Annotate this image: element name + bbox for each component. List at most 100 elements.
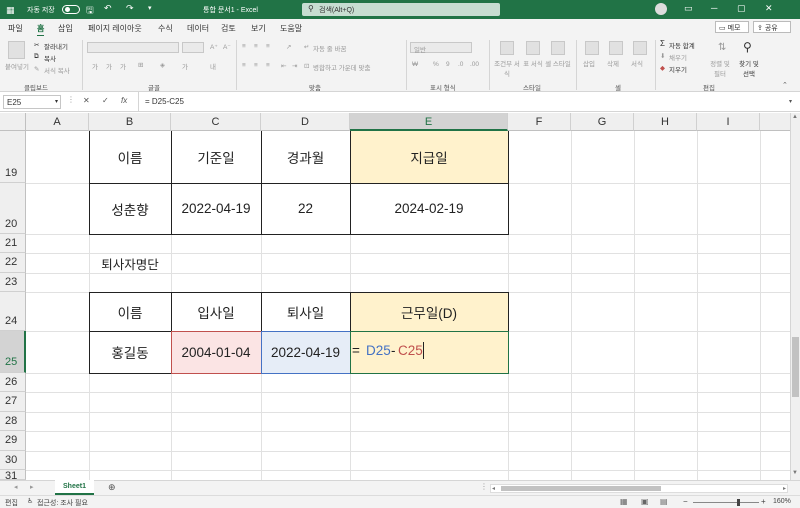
cell-c24[interactable]: 입사일 bbox=[171, 292, 261, 331]
prev-sheet-icon[interactable]: ◂ bbox=[14, 483, 18, 491]
tab-view[interactable]: 보기 bbox=[251, 23, 266, 34]
cell-styles-button[interactable]: 셀 스타일 bbox=[545, 58, 571, 68]
delete-cells-icon[interactable] bbox=[609, 41, 623, 55]
column-header-g[interactable]: G bbox=[571, 113, 634, 131]
copy-icon[interactable]: ⧉ bbox=[34, 53, 39, 61]
redo-icon[interactable]: ↷ bbox=[126, 3, 134, 14]
clear-button[interactable]: 지우기 bbox=[669, 64, 687, 74]
align-right-icon[interactable]: ≡ bbox=[266, 62, 270, 69]
search-box[interactable]: ⚲ 검색(Alt+Q) bbox=[302, 3, 500, 16]
formula-options-icon[interactable]: ⋮ bbox=[67, 95, 75, 104]
autosum-button[interactable]: 자동 합계 bbox=[669, 40, 695, 50]
normal-view-icon[interactable]: ▦ bbox=[620, 497, 628, 506]
align-center-icon[interactable]: ≡ bbox=[254, 62, 258, 69]
account-avatar[interactable] bbox=[655, 3, 667, 15]
merge-icon[interactable]: ⊡ bbox=[304, 62, 309, 70]
collapse-ribbon-icon[interactable]: ⌃ bbox=[782, 81, 788, 89]
conditional-format-icon[interactable] bbox=[500, 41, 514, 55]
insert-cells-icon[interactable] bbox=[585, 41, 599, 55]
row-header-23[interactable]: 23 bbox=[0, 273, 26, 292]
worksheet-grid[interactable]: A B C D E F G H I 19 20 21 22 23 24 25 2… bbox=[0, 113, 790, 480]
close-icon[interactable]: ✕ bbox=[765, 3, 773, 14]
fill-color-icon[interactable]: ◈ bbox=[160, 61, 165, 69]
row-header-22[interactable]: 22 bbox=[0, 253, 26, 273]
indent-increase-icon[interactable]: ⇥ bbox=[292, 62, 297, 70]
formula-input[interactable]: = D25-C25 bbox=[138, 92, 790, 112]
zoom-slider[interactable] bbox=[693, 502, 759, 503]
cut-button[interactable]: 잘라내기 bbox=[44, 41, 68, 51]
row-header-26[interactable]: 26 bbox=[0, 373, 26, 392]
column-header-e[interactable]: E bbox=[350, 113, 508, 131]
cancel-icon[interactable]: ✕ bbox=[83, 96, 90, 105]
select-all-button[interactable] bbox=[0, 113, 26, 131]
expand-formula-icon[interactable]: ▾ bbox=[789, 98, 792, 105]
paste-icon[interactable] bbox=[8, 41, 25, 59]
column-header-d[interactable]: D bbox=[261, 113, 350, 131]
align-left-icon[interactable]: ≡ bbox=[242, 62, 246, 69]
column-header-f[interactable]: F bbox=[508, 113, 571, 131]
column-header-h[interactable]: H bbox=[634, 113, 697, 131]
insert-function-icon[interactable]: fx bbox=[121, 96, 127, 105]
minimize-icon[interactable]: ─ bbox=[711, 3, 717, 13]
cell-e24[interactable]: 근무일(D) bbox=[350, 292, 508, 331]
maximize-icon[interactable]: ▢ bbox=[737, 3, 746, 14]
italic-icon[interactable]: 가 bbox=[106, 61, 112, 71]
number-format-select[interactable]: 일반 bbox=[410, 42, 472, 54]
save-icon[interactable]: 🖫 bbox=[86, 3, 94, 19]
borders-icon[interactable]: ⊞ bbox=[138, 61, 143, 69]
wrap-text-button[interactable]: 자동 줄 바꿈 bbox=[313, 43, 347, 53]
insert-cells-button[interactable]: 삽입 bbox=[583, 58, 595, 68]
row-header-28[interactable]: 28 bbox=[0, 412, 26, 431]
active-cell-e25[interactable]: = D25 - C25 bbox=[350, 331, 509, 374]
name-box[interactable]: E25 ▾ bbox=[3, 95, 61, 109]
zoom-in-icon[interactable]: + bbox=[761, 497, 766, 506]
column-header-i[interactable]: I bbox=[697, 113, 760, 131]
next-sheet-icon[interactable]: ▸ bbox=[30, 483, 34, 491]
fill-button[interactable]: 채우기 bbox=[669, 52, 687, 62]
find-select-icon[interactable]: ⚲ bbox=[743, 40, 752, 54]
vertical-scrollbar[interactable]: ▲ ▼ bbox=[790, 113, 800, 480]
horizontal-scroll-thumb[interactable] bbox=[501, 486, 661, 491]
increase-decimal-icon[interactable]: .0 bbox=[458, 61, 463, 68]
zoom-out-icon[interactable]: − bbox=[683, 497, 688, 506]
tab-insert[interactable]: 삽입 bbox=[58, 23, 73, 34]
row-header-20[interactable]: 20 bbox=[0, 183, 26, 234]
cell-b19[interactable]: 이름 bbox=[89, 131, 171, 183]
tab-home[interactable]: 홈 bbox=[37, 23, 45, 37]
row-header-30[interactable]: 30 bbox=[0, 451, 26, 470]
memo-button[interactable]: ▭ 메모 bbox=[715, 21, 749, 33]
orientation-icon[interactable]: ↗ bbox=[286, 43, 291, 51]
delete-cells-button[interactable]: 삭제 bbox=[607, 58, 619, 68]
font-size-select[interactable] bbox=[182, 42, 204, 53]
row-header-24[interactable]: 24 bbox=[0, 292, 26, 331]
fill-icon[interactable]: ⬇ bbox=[660, 52, 665, 60]
horizontal-scrollbar[interactable]: ◂ ▸ bbox=[490, 484, 788, 493]
cell-b24[interactable]: 이름 bbox=[89, 292, 171, 331]
tab-page-layout[interactable]: 페이지 레이아웃 bbox=[88, 23, 142, 34]
ribbon-display-icon[interactable]: ▭ bbox=[684, 3, 693, 14]
merge-center-button[interactable]: 병합하고 가운데 맞춤 bbox=[313, 62, 370, 72]
cell-styles-icon[interactable] bbox=[551, 41, 565, 55]
phonetic-icon[interactable]: 내 bbox=[210, 61, 216, 71]
name-box-dropdown-icon[interactable]: ▾ bbox=[55, 98, 58, 105]
cut-icon[interactable]: ✂ bbox=[34, 41, 39, 49]
wrap-text-icon[interactable]: ↵ bbox=[304, 43, 309, 51]
find-select-button[interactable]: 찾기 및 선택 bbox=[736, 58, 762, 78]
scroll-down-icon[interactable]: ▼ bbox=[792, 470, 798, 476]
share-button[interactable]: ⇪ 공유 bbox=[753, 21, 791, 33]
cell-d24[interactable]: 퇴사일 bbox=[261, 292, 350, 331]
conditional-format-button[interactable]: 조건부 서식 bbox=[494, 58, 520, 78]
zoom-slider-thumb[interactable] bbox=[737, 499, 740, 506]
clear-icon[interactable]: ◆ bbox=[660, 64, 665, 72]
cell-b25[interactable]: 홍길동 bbox=[89, 331, 171, 373]
enter-icon[interactable]: ✓ bbox=[102, 96, 109, 105]
cell-b22[interactable]: 퇴사자명단 bbox=[89, 253, 171, 273]
vertical-scroll-thumb[interactable] bbox=[792, 337, 799, 397]
font-name-select[interactable] bbox=[87, 42, 179, 53]
row-header-21[interactable]: 21 bbox=[0, 234, 26, 253]
cell-c20[interactable]: 2022-04-19 bbox=[171, 183, 261, 234]
copy-button[interactable]: 복사 bbox=[44, 53, 56, 63]
align-bottom-icon[interactable]: ≡ bbox=[266, 43, 270, 50]
format-painter-icon[interactable]: ✎ bbox=[34, 65, 39, 73]
font-color-icon[interactable]: 가 bbox=[182, 61, 188, 71]
